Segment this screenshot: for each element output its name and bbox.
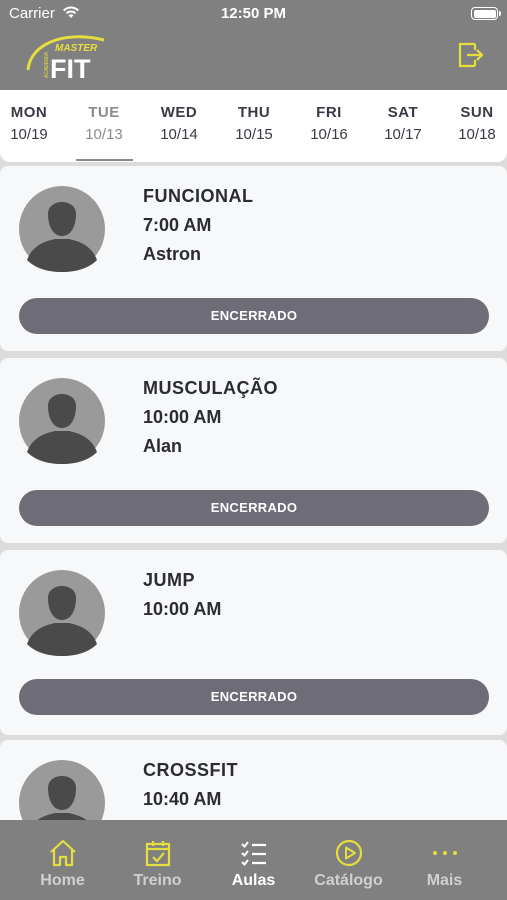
play-circle-icon <box>335 839 363 867</box>
day-date: 10/15 <box>235 126 273 143</box>
day-date: 10/18 <box>458 126 496 143</box>
class-card[interactable]: JUMP 10:00 AM ENCERRADO <box>0 550 507 735</box>
day-sat[interactable]: SAT 10/17 <box>370 104 436 143</box>
class-name: FUNCIONAL <box>143 186 254 206</box>
logout-icon[interactable] <box>457 40 485 70</box>
class-status-button[interactable]: ENCERRADO <box>19 679 489 715</box>
class-time: 7:00 AM <box>143 215 212 235</box>
day-mon[interactable]: MON 10/19 <box>0 104 62 143</box>
day-date: 10/14 <box>160 126 198 143</box>
day-thu[interactable]: THU 10/15 <box>221 104 287 143</box>
class-card[interactable]: MUSCULAÇÃO 10:00 AM Alan ENCERRADO <box>0 358 507 543</box>
tab-label: Treino <box>133 872 182 889</box>
tab-catalogo[interactable]: Catálogo <box>298 820 399 900</box>
class-time: 10:00 AM <box>143 407 222 427</box>
day-name: WED <box>160 104 198 121</box>
tab-home[interactable]: Home <box>12 820 113 900</box>
day-name: THU <box>237 104 271 121</box>
tab-label: Home <box>40 872 85 889</box>
day-date: 10/13 <box>85 126 123 143</box>
master-fit-logo: MASTER FIT ACADEMIA <box>26 35 105 84</box>
app-header: MASTER FIT ACADEMIA <box>0 28 507 90</box>
day-wed[interactable]: WED 10/14 <box>146 104 212 143</box>
battery-icon <box>471 7 501 20</box>
class-status-button[interactable]: ENCERRADO <box>19 298 489 334</box>
calendar-check-icon <box>145 841 171 867</box>
class-name: MUSCULAÇÃO <box>143 378 278 398</box>
day-date: 10/17 <box>384 126 422 143</box>
selected-day-indicator <box>76 159 133 161</box>
class-card[interactable]: CROSSFIT 10:40 AM <box>0 740 507 820</box>
day-name: MON <box>10 104 48 121</box>
checklist-icon <box>241 841 266 867</box>
tab-bar: Home Treino Aulas Catálogo Mais <box>0 820 507 900</box>
tab-label: Catálogo <box>314 872 383 889</box>
tab-label: Mais <box>426 872 463 889</box>
class-list[interactable]: FUNCIONAL 7:00 AM Astron ENCERRADO MUSCU… <box>0 166 507 820</box>
day-sun[interactable]: SUN 10/18 <box>444 104 507 143</box>
class-instructor: Astron <box>143 244 201 264</box>
tab-treino[interactable]: Treino <box>107 820 208 900</box>
class-time: 10:40 AM <box>143 789 222 809</box>
more-dots-icon <box>433 851 457 855</box>
day-name: TUE <box>88 104 120 121</box>
day-date: 10/19 <box>10 126 48 143</box>
day-fri[interactable]: FRI 10/16 <box>296 104 362 143</box>
tab-mais[interactable]: Mais <box>394 820 495 900</box>
status-bar: Carrier 12:50 PM <box>0 0 507 28</box>
logo-text-academia: ACADEMIA <box>44 51 50 78</box>
avatar-placeholder-icon <box>19 760 105 820</box>
day-tue[interactable]: TUE 10/13 <box>71 104 137 143</box>
avatar-placeholder-icon <box>19 570 105 656</box>
avatar-placeholder-icon <box>19 378 105 464</box>
tab-label: Aulas <box>231 872 276 889</box>
class-status-button[interactable]: ENCERRADO <box>19 490 489 526</box>
tab-aulas[interactable]: Aulas <box>203 820 304 900</box>
day-name: FRI <box>316 104 342 121</box>
day-name: SUN <box>460 104 494 121</box>
class-card[interactable]: FUNCIONAL 7:00 AM Astron ENCERRADO <box>0 166 507 351</box>
logo-text-fit: FIT <box>50 54 91 84</box>
class-name: CROSSFIT <box>143 760 239 780</box>
logo-text-master: MASTER <box>55 43 98 54</box>
day-selector: MON 10/19 TUE 10/13 WED 10/14 THU 10/15 … <box>0 90 507 162</box>
avatar-placeholder-icon <box>19 186 105 272</box>
class-time: 10:00 AM <box>143 599 222 619</box>
home-icon <box>50 839 76 867</box>
day-name: SAT <box>387 104 419 121</box>
class-name: JUMP <box>143 570 196 590</box>
class-instructor: Alan <box>143 436 183 456</box>
day-date: 10/16 <box>310 126 348 143</box>
clock: 12:50 PM <box>220 5 287 22</box>
